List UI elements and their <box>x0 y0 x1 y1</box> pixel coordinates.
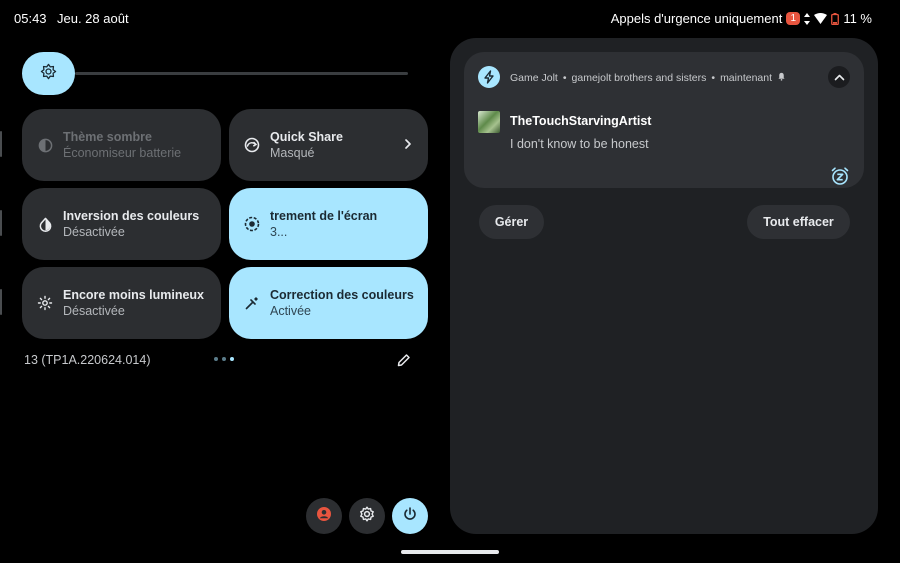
data-arrows-icon <box>804 12 811 25</box>
edge-indicator <box>0 289 2 315</box>
tile-label: Correction des couleurs <box>270 288 414 302</box>
screen-record-icon <box>244 216 260 232</box>
page-dot-active <box>230 357 234 361</box>
battery-low-icon <box>831 12 840 25</box>
tile-sublabel: Activée <box>270 304 311 318</box>
settings-button[interactable] <box>349 498 385 534</box>
tile-label: Encore moins lumineux <box>63 288 205 302</box>
extra-dim-icon <box>37 295 53 311</box>
quick-share-icon <box>244 137 260 153</box>
tile-quick-share[interactable]: Quick Share Masqué <box>229 109 428 181</box>
page-dot <box>214 357 218 361</box>
battery-percent: 11 % <box>843 11 872 26</box>
quick-settings-screen: 05:43 Jeu. 28 août Appels d'urgence uniq… <box>0 0 900 563</box>
power-button[interactable] <box>392 498 428 534</box>
notification-channel: gamejolt brothers and sisters <box>571 72 707 84</box>
edge-indicator <box>0 131 2 157</box>
tile-dark-theme[interactable]: Thème sombre Économiseur batterie <box>22 109 221 181</box>
power-icon <box>402 506 418 527</box>
notification-card[interactable]: Game Jolt • gamejolt brothers and sister… <box>464 52 864 188</box>
tile-sublabel: Masqué <box>270 146 315 160</box>
color-inversion-icon <box>37 216 53 232</box>
carrier-text: Appels d'urgence uniquement <box>610 11 783 26</box>
dark-theme-icon <box>37 137 53 153</box>
tile-sublabel: Désactivée <box>63 304 125 318</box>
tile-screen-record[interactable]: trement de l'écran 3... <box>229 188 428 260</box>
navigation-handle[interactable] <box>401 550 499 554</box>
notification-time: maintenant <box>720 72 773 84</box>
page-indicator <box>214 357 234 361</box>
tile-sublabel: 3... <box>270 225 288 239</box>
collapse-notification-button[interactable] <box>828 66 850 88</box>
separator-dot: • <box>711 72 716 84</box>
clear-all-button[interactable]: Tout effacer <box>747 205 850 239</box>
edit-pencil-icon[interactable] <box>396 352 412 373</box>
user-icon <box>316 506 332 527</box>
brightness-slider-track[interactable] <box>75 72 408 75</box>
tile-label: trement de l'écran <box>270 209 378 223</box>
wifi-icon <box>814 13 828 24</box>
gear-icon <box>359 506 375 527</box>
notification-header: Game Jolt • gamejolt brothers and sister… <box>510 72 786 84</box>
build-number[interactable]: 13 (TP1A.220624.014) <box>24 353 150 367</box>
tile-label: Quick Share <box>270 130 343 144</box>
chevron-right-icon <box>404 137 412 155</box>
notification-title: TheTouchStarvingArtist <box>510 114 652 128</box>
alert-bell-icon <box>777 72 786 84</box>
page-dot <box>222 357 226 361</box>
tile-label: Thème sombre <box>63 130 152 144</box>
tile-color-inversion[interactable]: Inversion des couleurs Désactivée <box>22 188 221 260</box>
manage-button[interactable]: Gérer <box>479 205 544 239</box>
notification-count-badge: 1 <box>786 12 801 25</box>
tile-label: Inversion des couleurs <box>63 209 200 223</box>
edge-indicator <box>0 210 2 236</box>
status-bar-right: Appels d'urgence uniquement 1 11 % <box>611 11 872 26</box>
sender-avatar <box>478 111 500 133</box>
notification-panel: Game Jolt • gamejolt brothers and sister… <box>450 38 878 534</box>
tile-sublabel: Économiseur batterie <box>63 146 182 160</box>
switch-user-button[interactable] <box>306 498 342 534</box>
tile-sublabel: Désactivée <box>63 225 125 239</box>
status-time: 05:43 <box>14 11 47 26</box>
brightness-icon <box>40 63 57 85</box>
separator-dot: • <box>562 72 567 84</box>
snooze-alarm-icon[interactable] <box>830 166 850 191</box>
notification-text: I don't know to be honest <box>510 137 649 151</box>
color-correction-icon <box>244 295 260 311</box>
tile-extra-dim[interactable]: Encore moins lumineux Désactivée <box>22 267 221 339</box>
brightness-slider-handle[interactable] <box>22 52 75 95</box>
chevron-up-icon <box>834 68 845 86</box>
game-jolt-app-icon <box>478 66 500 88</box>
status-date: Jeu. 28 août <box>57 11 129 26</box>
tile-color-correction[interactable]: Correction des couleurs Activée <box>229 267 428 339</box>
notification-app-name: Game Jolt <box>510 72 558 84</box>
